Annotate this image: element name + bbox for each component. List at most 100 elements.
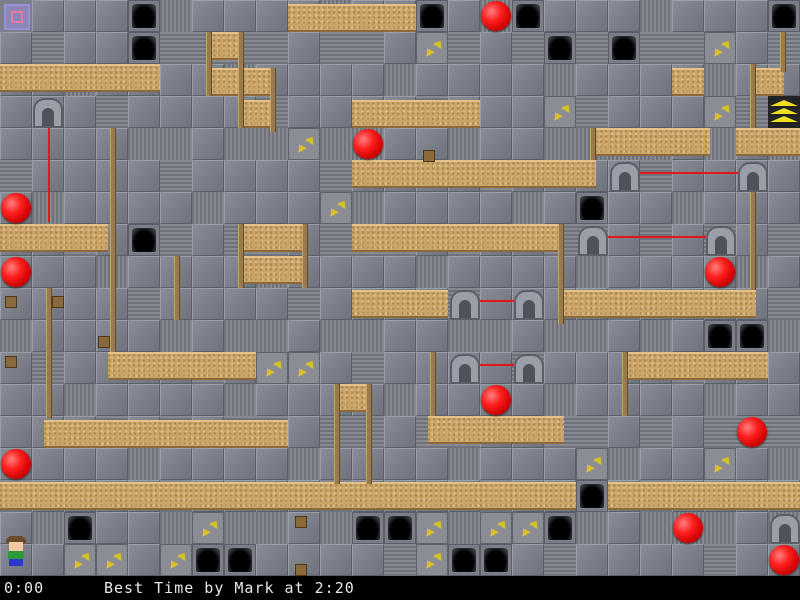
red-ball-icon[interactable] bbox=[705, 257, 735, 287]
rail-post bbox=[295, 516, 307, 528]
stone-floor-tile bbox=[128, 96, 160, 128]
pit-hole-icon bbox=[416, 0, 448, 32]
stone-floor-tile bbox=[384, 448, 416, 480]
grating-floor-tile bbox=[576, 416, 608, 448]
stone-floor-tile bbox=[544, 192, 576, 224]
stone-floor-tile bbox=[672, 160, 704, 192]
grating-floor-tile bbox=[640, 32, 672, 64]
laser-emitter-icon bbox=[738, 162, 768, 192]
stone-floor-tile bbox=[64, 0, 96, 32]
stone-floor-tile bbox=[608, 192, 640, 224]
stone-floor-tile bbox=[256, 448, 288, 480]
conveyor-arrows-icon bbox=[96, 544, 128, 576]
laser-beam bbox=[480, 300, 514, 302]
red-ball-icon[interactable] bbox=[1, 449, 31, 479]
grating-floor-tile bbox=[704, 512, 736, 544]
stone-floor-tile bbox=[736, 32, 768, 64]
stone-floor-tile bbox=[480, 288, 512, 320]
stone-floor-tile bbox=[512, 96, 544, 128]
grating-floor-tile bbox=[384, 64, 416, 96]
stone-floor-tile bbox=[640, 448, 672, 480]
grating-floor-tile bbox=[768, 288, 800, 320]
stone-floor-tile bbox=[64, 128, 96, 160]
rail-post bbox=[5, 356, 17, 368]
grating-floor-tile bbox=[32, 32, 64, 64]
sand-wall bbox=[44, 420, 288, 448]
rail-post bbox=[295, 564, 307, 576]
stone-floor-tile bbox=[64, 32, 96, 64]
grating-floor-tile bbox=[704, 544, 736, 576]
red-ball-icon[interactable] bbox=[1, 193, 31, 223]
pit-hole-icon bbox=[192, 544, 224, 576]
sand-wall bbox=[672, 68, 704, 96]
conveyor-arrows-icon bbox=[192, 512, 224, 544]
pit-hole-icon bbox=[544, 32, 576, 64]
red-ball-icon[interactable] bbox=[737, 417, 767, 447]
sand-wall bbox=[240, 100, 272, 128]
laser-beam bbox=[480, 364, 514, 366]
stone-floor-tile bbox=[96, 32, 128, 64]
sand-wall bbox=[240, 224, 304, 252]
grating-floor-tile bbox=[320, 320, 352, 352]
stone-floor-tile bbox=[768, 384, 800, 416]
stone-floor-tile bbox=[512, 384, 544, 416]
grating-floor-tile bbox=[160, 224, 192, 256]
stone-floor-tile bbox=[576, 0, 608, 32]
grating-floor-tile bbox=[352, 192, 384, 224]
stone-floor-tile bbox=[512, 64, 544, 96]
grating-floor-tile bbox=[768, 416, 800, 448]
best-time-label: Best Time by Mark at 2:20 bbox=[104, 579, 355, 597]
pit-hole-icon bbox=[352, 512, 384, 544]
red-ball-icon[interactable] bbox=[769, 545, 799, 575]
grating-floor-tile bbox=[224, 512, 256, 544]
wooden-rail bbox=[206, 32, 212, 96]
laser-emitter-icon bbox=[450, 290, 480, 320]
grating-floor-tile bbox=[384, 544, 416, 576]
stone-floor-tile bbox=[608, 64, 640, 96]
sand-wall bbox=[590, 128, 710, 156]
conveyor-arrows-icon bbox=[320, 192, 352, 224]
stone-floor-tile bbox=[480, 128, 512, 160]
wooden-rail bbox=[622, 352, 628, 416]
game-board[interactable] bbox=[0, 0, 800, 576]
red-ball-icon[interactable] bbox=[673, 513, 703, 543]
grating-floor-tile bbox=[224, 320, 256, 352]
grating-floor-tile bbox=[64, 384, 96, 416]
conveyor-arrows-icon bbox=[512, 512, 544, 544]
start-pad-frame bbox=[4, 4, 30, 30]
red-ball-icon[interactable] bbox=[1, 257, 31, 287]
stone-floor-tile bbox=[256, 192, 288, 224]
player-shirt bbox=[8, 551, 24, 559]
sand-wall bbox=[560, 290, 756, 318]
grating-floor-tile bbox=[320, 32, 352, 64]
pit-hole-icon bbox=[704, 320, 736, 352]
wooden-rail bbox=[238, 224, 244, 288]
pit-hole-icon bbox=[576, 480, 608, 512]
stone-floor-tile bbox=[64, 352, 96, 384]
exit-chevron-icon[interactable] bbox=[768, 96, 800, 128]
player-character-icon[interactable] bbox=[2, 536, 30, 566]
pit-hole-icon bbox=[576, 192, 608, 224]
stone-floor-tile bbox=[192, 256, 224, 288]
grating-floor-tile bbox=[640, 320, 672, 352]
conveyor-arrows-icon bbox=[288, 128, 320, 160]
stone-floor-tile bbox=[64, 256, 96, 288]
stone-floor-tile bbox=[128, 544, 160, 576]
wooden-rail bbox=[334, 384, 340, 484]
laser-emitter-icon bbox=[514, 290, 544, 320]
stone-floor-tile bbox=[32, 448, 64, 480]
wooden-rail bbox=[750, 64, 756, 128]
red-ball-icon[interactable] bbox=[481, 1, 511, 31]
sand-wall bbox=[428, 416, 564, 444]
conveyor-arrows-icon bbox=[544, 96, 576, 128]
stone-floor-tile bbox=[672, 0, 704, 32]
stone-floor-tile bbox=[384, 192, 416, 224]
red-ball-icon[interactable] bbox=[481, 385, 511, 415]
red-ball-icon[interactable] bbox=[353, 129, 383, 159]
grating-floor-tile bbox=[640, 0, 672, 32]
stone-floor-tile bbox=[480, 96, 512, 128]
grating-floor-tile bbox=[768, 448, 800, 480]
pit-hole-icon bbox=[128, 224, 160, 256]
stone-floor-tile bbox=[448, 192, 480, 224]
exit-chevron bbox=[770, 100, 798, 106]
